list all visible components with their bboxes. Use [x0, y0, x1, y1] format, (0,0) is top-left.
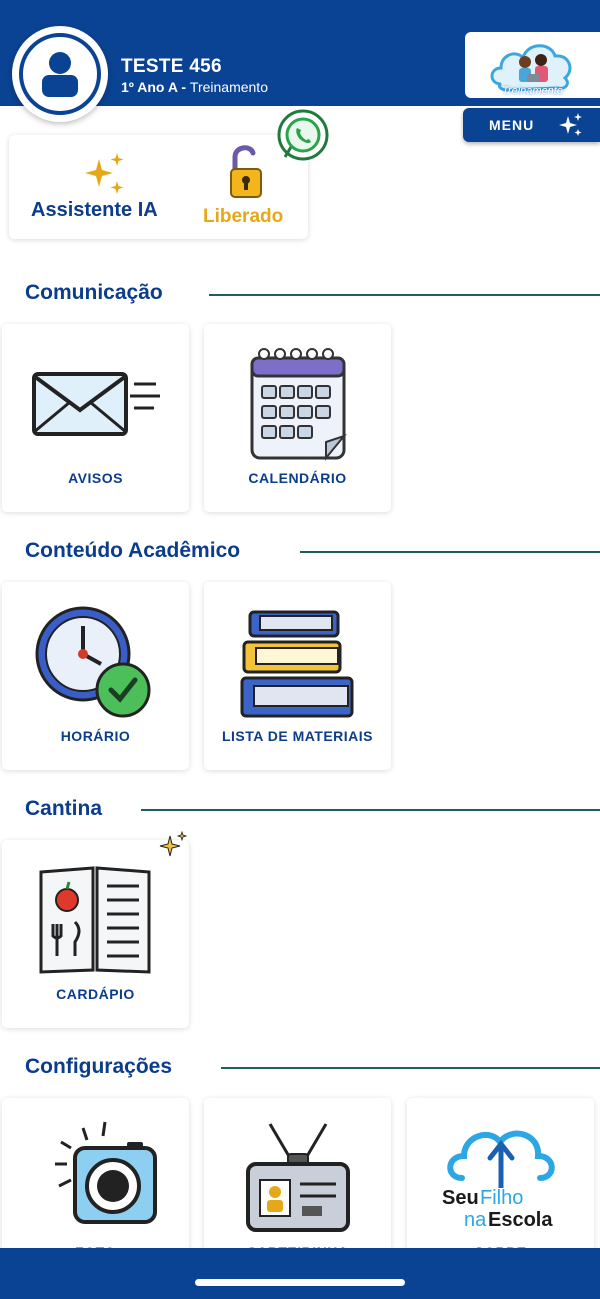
ai-status-liberado: Liberado — [203, 206, 284, 227]
seufilho-cloud-icon: Seu Filho na Escola — [442, 1130, 555, 1231]
tile-label: HORÁRIO — [60, 728, 131, 744]
menu-button[interactable]: MENU — [463, 108, 600, 142]
home-indicator[interactable] — [195, 1279, 405, 1286]
tile-lista-de-materiais[interactable]: LISTA DE MATERIAIS — [204, 582, 391, 770]
tile-icon-wrap — [204, 1118, 391, 1238]
bottom-bar — [0, 1248, 600, 1299]
camera-icon — [54, 1121, 157, 1224]
tile-calendario[interactable]: CALENDÁRIO — [204, 324, 391, 512]
sparkles-gold-icon — [159, 830, 188, 857]
class-name: 1º Ano A — [121, 79, 178, 95]
avatar[interactable] — [12, 26, 108, 122]
svg-text:Escola: Escola — [488, 1209, 553, 1231]
envelope-icon — [31, 372, 160, 436]
tile-label: CALENDÁRIO — [248, 470, 347, 486]
tile-avisos[interactable]: AVISOS — [2, 324, 189, 512]
user-name: TESTE 456 — [121, 56, 222, 77]
tile-label: LISTA DE MATERIAIS — [221, 728, 374, 744]
section-divider — [209, 294, 600, 296]
section-title-conteudo-academico: Conteúdo Acadêmico — [25, 539, 241, 562]
section-divider — [300, 551, 600, 553]
whatsapp-icon — [277, 109, 329, 161]
section-title-configuracoes: Configurações — [25, 1055, 173, 1078]
tile-icon-wrap — [2, 602, 189, 722]
tile-label: AVISOS — [68, 470, 123, 486]
avatar-ring — [19, 33, 101, 115]
svg-text:na: na — [464, 1209, 487, 1231]
svg-text:Filho: Filho — [480, 1187, 523, 1209]
section-title-comunicacao: Comunicação — [25, 281, 163, 304]
calendar-icon — [250, 348, 347, 461]
tile-icon-wrap — [204, 344, 391, 464]
logo-caption: Treinamento — [502, 85, 563, 97]
user-icon — [42, 52, 78, 97]
section-title-cantina: Cantina — [25, 797, 103, 820]
sparkles-icon — [559, 113, 583, 136]
tile-icon-wrap — [2, 1118, 189, 1238]
tile-icon-wrap — [204, 602, 391, 722]
sparkles-gold-icon — [85, 153, 124, 194]
tile-horario[interactable]: HORÁRIO — [2, 582, 189, 770]
unlocked-padlock-icon — [230, 145, 262, 198]
tile-cardapio[interactable]: CARDÁPIO — [2, 830, 189, 1028]
books-icon — [240, 610, 353, 718]
section-divider — [221, 1067, 600, 1069]
app-screen: TESTE 456 1º Ano A - Treinamento Treinam… — [0, 0, 600, 1299]
user-class-info: 1º Ano A - Treinamento — [121, 79, 268, 95]
class-mode: Treinamento — [189, 79, 268, 95]
ai-assistant-card[interactable]: Assistente IA Liberado — [9, 109, 329, 239]
svg-text:Seu: Seu — [442, 1187, 479, 1209]
section-divider — [141, 809, 600, 811]
tile-icon-wrap — [2, 860, 189, 980]
menu-label: MENU — [489, 117, 535, 133]
ai-assistant-label: Assistente IA — [31, 199, 158, 221]
class-separator: - — [177, 79, 190, 95]
id-card-icon — [245, 1123, 350, 1232]
tile-icon-wrap — [2, 344, 189, 464]
tile-label: CARDÁPIO — [56, 986, 135, 1002]
clock-icon — [35, 606, 150, 718]
menu-book-icon — [39, 866, 150, 974]
school-logo[interactable]: Treinamento — [465, 32, 600, 98]
tile-icon-wrap: Seu Filho na Escola — [407, 1118, 594, 1238]
